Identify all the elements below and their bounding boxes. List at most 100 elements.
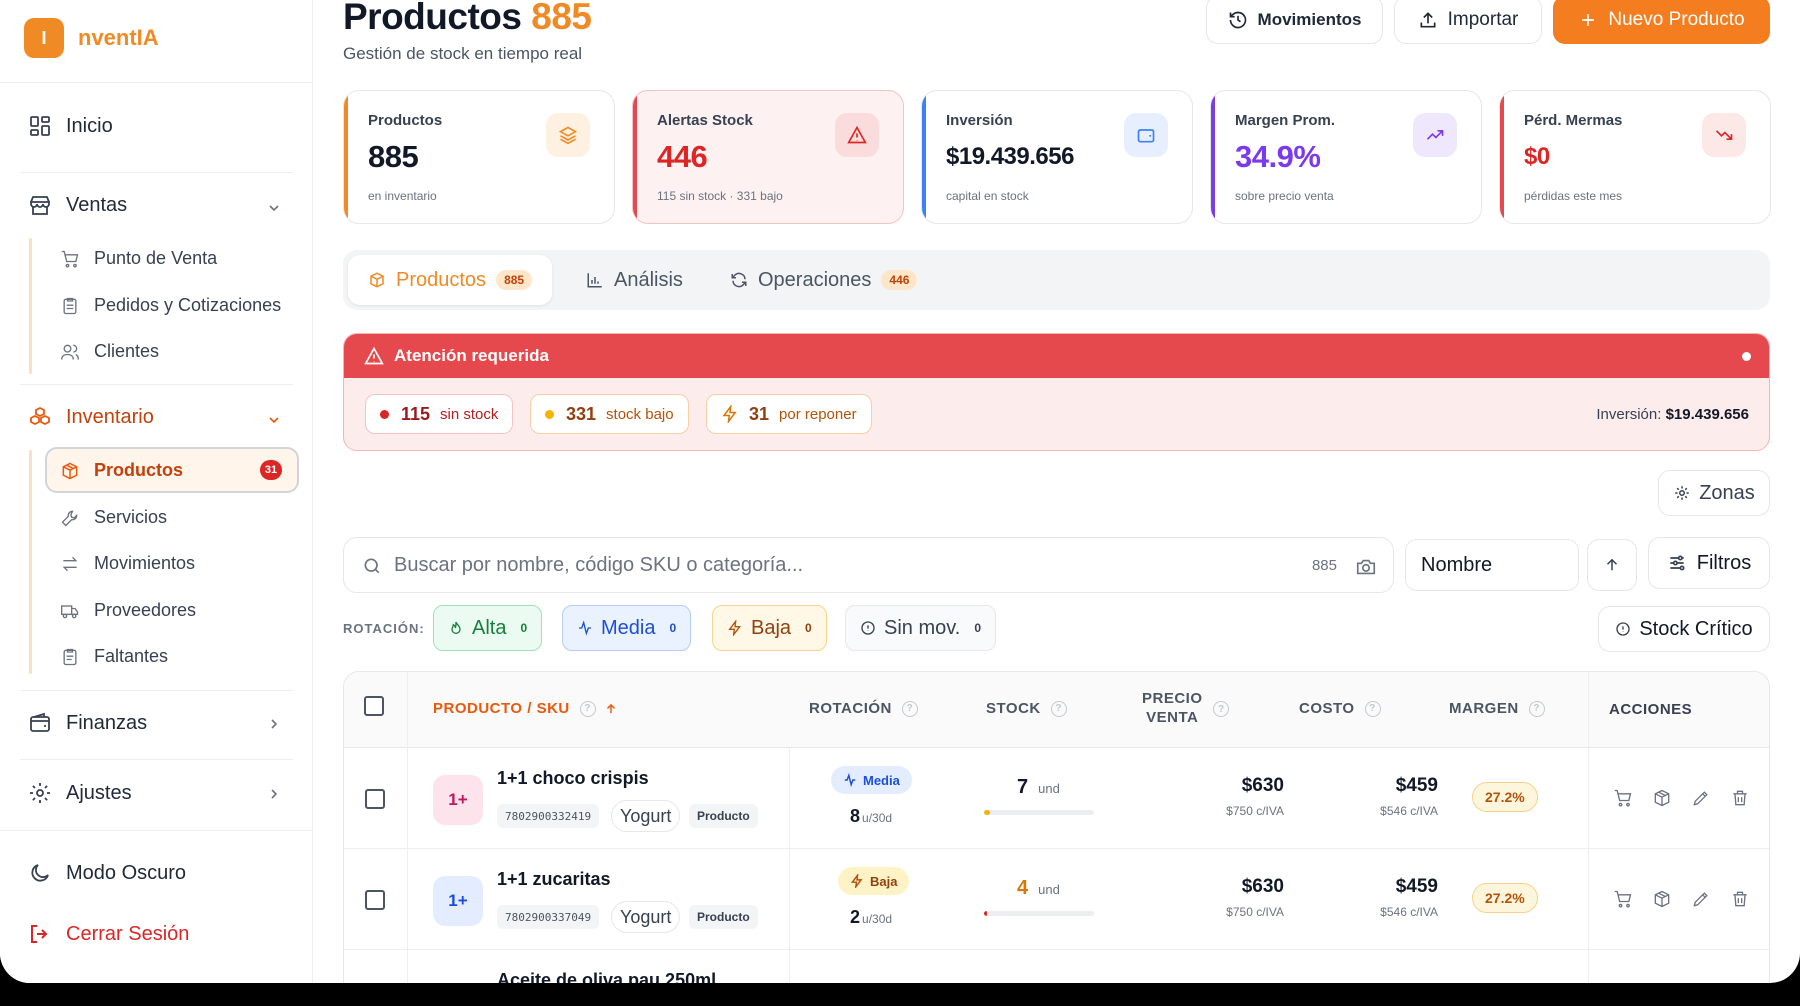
rotacion-filter-label: ROTACIÓN: [343, 621, 425, 636]
chip-stock-bajo[interactable]: 331 stock bajo [530, 394, 689, 434]
sale-price: $630 [1241, 876, 1284, 897]
trash-icon[interactable] [1730, 788, 1750, 808]
sidebar-item-clientes[interactable]: Clientes [60, 341, 159, 362]
chevron-right-icon[interactable] [266, 716, 282, 732]
chevron-down-icon[interactable] [266, 412, 282, 428]
package-icon[interactable] [1652, 788, 1672, 808]
cart-icon[interactable] [1613, 788, 1633, 808]
col-acciones: ACCIONES [1609, 701, 1692, 718]
help-icon: ? [1213, 701, 1229, 717]
table-row[interactable]: Aceite de oliva pau 250ml [344, 950, 1769, 983]
product-name[interactable]: Aceite de oliva pau 250ml [497, 970, 716, 983]
table-header: PRODUCTO / SKU ? ROTACIÓN ? STOCK ? PREC… [344, 672, 1769, 748]
sidebar-item-label: Punto de Venta [94, 248, 218, 268]
stock-critico-button[interactable]: Stock Crítico [1598, 606, 1770, 652]
sidebar-item-inventario[interactable]: Inventario [28, 405, 154, 429]
tab-bar: Productos 885 Análisis Operaciones 446 [343, 250, 1770, 310]
stat-foot: en inventario [368, 189, 437, 203]
product-name[interactable]: 1+1 zucaritas [497, 869, 611, 890]
dark-mode-toggle[interactable]: Modo Oscuro [28, 861, 186, 885]
stat-label: Productos [368, 112, 443, 129]
stat-label: Alertas Stock [657, 112, 753, 129]
brand[interactable]: I nventIA [24, 18, 159, 58]
sort-up-icon [606, 703, 615, 713]
col-margen[interactable]: MARGEN ? [1449, 700, 1545, 717]
table-row[interactable]: 1+ 1+1 choco crispis 7802900332419 Yogur… [344, 748, 1769, 849]
zonas-button[interactable]: Zonas [1658, 470, 1770, 516]
sidebar-item-label: Proveedores [94, 600, 197, 620]
trash-icon[interactable] [1730, 889, 1750, 909]
chip-text: por reponer [779, 405, 857, 423]
col-label: ROTACIÓN [809, 700, 892, 717]
sidebar-item-proveedores[interactable]: Proveedores [60, 600, 196, 621]
attention-alert: Atención requerida 115 sin stock 331 sto… [343, 333, 1770, 451]
col-stock[interactable]: STOCK ? [986, 700, 1067, 717]
tab-count-badge: 885 [496, 270, 533, 290]
help-icon: ? [901, 700, 918, 717]
tab-label: Productos [396, 268, 487, 291]
col-precio-venta[interactable]: PRECIO VENTA [1142, 690, 1203, 726]
package-icon[interactable] [1652, 889, 1672, 909]
table-row[interactable]: 1+ 1+1 zucaritas 7802900337049 Yogurt Pr… [344, 849, 1769, 950]
stock-number: 4 [1017, 877, 1029, 899]
sidebar-item-ajustes[interactable]: Ajustes [28, 781, 132, 805]
col-costo[interactable]: COSTO ? [1299, 700, 1381, 717]
upload-icon [1420, 12, 1436, 28]
accent-bar [633, 91, 637, 223]
cart-icon[interactable] [1613, 889, 1633, 909]
stock-unit: und [1038, 882, 1060, 897]
sidebar-item-label: Ajustes [66, 781, 132, 804]
sidebar-item-pedidos[interactable]: Pedidos y Cotizaciones [60, 295, 281, 316]
importar-button[interactable]: Importar [1394, 0, 1542, 44]
nuevo-producto-button[interactable]: Nuevo Producto [1553, 0, 1770, 44]
bar-chart-icon [587, 273, 602, 288]
chevron-right-icon[interactable] [266, 786, 282, 802]
sidebar-item-productos[interactable]: Productos [60, 460, 183, 481]
gear-icon [30, 783, 50, 803]
rotation-label: Media [863, 772, 900, 788]
yellow-dot [545, 409, 554, 419]
sidebar-item-faltantes[interactable]: Faltantes [60, 646, 168, 667]
chevron-down-icon[interactable] [266, 200, 282, 216]
row-checkbox[interactable] [365, 890, 385, 910]
sort-direction-button[interactable] [1587, 539, 1637, 591]
chip-por-reponer[interactable]: 31 por reponer [706, 394, 872, 434]
sidebar-item-finanzas[interactable]: Finanzas [28, 711, 147, 735]
sidebar-item-ventas[interactable]: Ventas [28, 193, 127, 217]
productos-count-badge: 31 [260, 460, 282, 480]
sidebar-item-movimientos[interactable]: Movimientos [60, 553, 195, 574]
cost-price: $459 [1395, 876, 1438, 897]
filtros-button[interactable]: Filtros [1648, 537, 1770, 589]
col-rotacion[interactable]: ROTACIÓN ? [809, 700, 918, 717]
rot-chip-sin-mov[interactable]: Sin mov. 0 [845, 605, 997, 651]
chip-text: stock bajo [606, 405, 674, 423]
sidebar-item-label: Productos [94, 460, 184, 480]
sidebar-item-punto-de-venta[interactable]: Punto de Venta [60, 248, 217, 269]
tab-operaciones[interactable]: Operaciones 446 [730, 255, 918, 305]
chip-sin-stock[interactable]: 115 sin stock [365, 394, 514, 434]
search-input[interactable]: Buscar por nombre, código SKU o categorí… [343, 537, 1394, 593]
pencil-icon[interactable] [1691, 889, 1711, 909]
sort-field-select[interactable]: Nombre [1405, 539, 1579, 591]
page-title-count: 885 [531, 0, 592, 37]
select-all-checkbox[interactable] [364, 696, 384, 716]
tab-productos[interactable]: Productos 885 [348, 255, 553, 305]
margin-badge: 27.2% [1472, 782, 1538, 812]
rot-chip-alta[interactable]: Alta 0 [433, 605, 543, 651]
rot-chip-count: 0 [974, 621, 982, 635]
pencil-icon[interactable] [1691, 788, 1711, 808]
users-icon [61, 344, 79, 360]
col-producto-sku[interactable]: PRODUCTO / SKU ? [433, 700, 618, 717]
logout-button[interactable]: Cerrar Sesión [28, 922, 189, 946]
product-name[interactable]: 1+1 choco crispis [497, 768, 649, 789]
movimientos-button[interactable]: Movimientos [1206, 0, 1383, 44]
rot-chip-baja[interactable]: Baja 0 [712, 605, 827, 651]
sidebar-item-inicio[interactable]: Inicio [28, 114, 113, 138]
sidebar-item-servicios[interactable]: Servicios [60, 507, 167, 528]
stat-foot: 115 sin stock · 331 bajo [657, 189, 783, 203]
rot-chip-media[interactable]: Media 0 [562, 605, 692, 651]
product-avatar: 1+ [433, 775, 483, 825]
tab-analisis[interactable]: Análisis [586, 255, 683, 305]
row-checkbox[interactable] [365, 789, 385, 809]
camera-icon[interactable] [1355, 556, 1377, 578]
